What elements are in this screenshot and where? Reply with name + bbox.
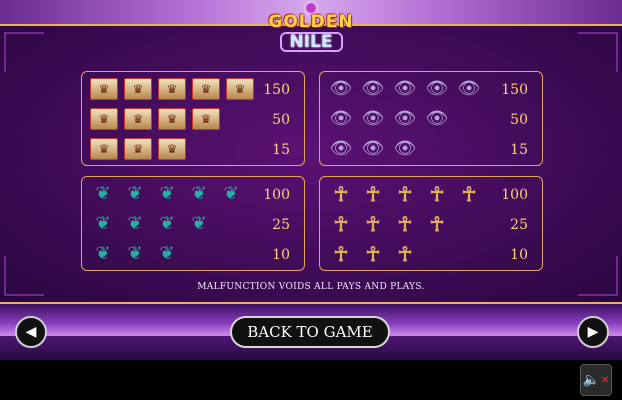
eye-of-horus-icon: 👁 xyxy=(329,138,353,159)
back-to-game-button[interactable]: BACK TO GAME xyxy=(230,316,390,348)
pay-value: 25 xyxy=(510,217,528,233)
ankh-icon: ☥ xyxy=(365,182,381,206)
pharaoh-icon: ♛ xyxy=(90,108,118,130)
pharaoh-icon: ♛ xyxy=(124,138,152,160)
eye-of-horus-icon: 👁 xyxy=(329,78,353,99)
scarab-icon: ❦ xyxy=(95,243,111,264)
scarab-icon: ❦ xyxy=(95,183,111,204)
ankh-icon: ☥ xyxy=(397,212,413,236)
pay-value: 25 xyxy=(272,217,290,233)
ankh-icon: ☥ xyxy=(429,212,445,236)
scarab-icon: ❦ xyxy=(223,183,239,204)
pharaoh-icon: ♛ xyxy=(158,108,186,130)
ankh-row-3: ☥ ☥ ☥ xyxy=(328,243,424,265)
pharaoh-row-3: ♛ ♛ ♛ xyxy=(90,138,192,160)
ankh-icon: ☥ xyxy=(429,182,445,206)
scarab-icon: ❦ xyxy=(127,243,143,264)
pharaoh-icon: ♛ xyxy=(124,108,152,130)
eye-row-3: 👁 👁 👁 xyxy=(328,138,424,160)
ankh-icon: ☥ xyxy=(461,182,477,206)
pay-value: 100 xyxy=(501,187,528,203)
pharaoh-icon: ♛ xyxy=(158,78,186,100)
scarab-row-4: ❦ ❦ ❦ ❦ xyxy=(90,213,218,235)
arrow-right-icon: ▶ xyxy=(587,324,599,340)
scarab-icon: ❦ xyxy=(191,183,207,204)
eye-of-horus-icon: 👁 xyxy=(425,108,449,129)
pharaoh-icon: ♛ xyxy=(192,78,220,100)
pay-value: 150 xyxy=(263,82,290,98)
eye-of-horus-icon: 👁 xyxy=(393,78,417,99)
sound-toggle-button[interactable]: 🔈 ✕ xyxy=(580,364,612,396)
pay-value: 150 xyxy=(501,82,528,98)
scarab-icon: ❦ xyxy=(127,213,143,234)
paytable-panel: ♛ ♛ ♛ ♛ ♛ 150 ♛ ♛ ♛ ♛ 50 ♛ ♛ ♛ 15 👁 👁 👁 … xyxy=(0,24,622,312)
scarab-icon: ❦ xyxy=(159,183,175,204)
pharaoh-row-5: ♛ ♛ ♛ ♛ ♛ xyxy=(90,78,260,100)
arrow-left-icon: ◀ xyxy=(25,324,37,340)
ankh-icon: ☥ xyxy=(333,242,349,266)
malfunction-notice: MALFUNCTION VOIDS ALL PAYS AND PLAYS. xyxy=(197,282,425,292)
eye-of-horus-icon: 👁 xyxy=(393,108,417,129)
pharaoh-icon: ♛ xyxy=(90,138,118,160)
pay-value: 15 xyxy=(510,142,528,158)
eye-of-horus-icon: 👁 xyxy=(361,138,385,159)
pay-value: 10 xyxy=(510,247,528,263)
eye-of-horus-icon: 👁 xyxy=(425,78,449,99)
game-logo: GOLDEN NILE xyxy=(266,3,356,56)
ankh-row-5: ☥ ☥ ☥ ☥ ☥ xyxy=(328,183,488,205)
pay-value: 50 xyxy=(272,112,290,128)
scarab-paytable-box: ❦ ❦ ❦ ❦ ❦ 100 ❦ ❦ ❦ ❦ 25 ❦ ❦ ❦ 10 xyxy=(81,176,305,271)
ankh-icon: ☥ xyxy=(397,242,413,266)
pharaoh-icon: ♛ xyxy=(192,108,220,130)
logo-line-2: NILE xyxy=(280,32,343,52)
scarab-icon: ❦ xyxy=(191,213,207,234)
scarab-icon: ❦ xyxy=(95,213,111,234)
pharaoh-icon: ♛ xyxy=(90,78,118,100)
eye-of-horus-icon: 👁 xyxy=(329,108,353,129)
eye-of-horus-icon: 👁 xyxy=(361,78,385,99)
pharaoh-icon: ♛ xyxy=(158,138,186,160)
scarab-icon: ❦ xyxy=(127,183,143,204)
corner-ornament xyxy=(4,32,44,72)
corner-ornament xyxy=(578,32,618,72)
next-page-button[interactable]: ▶ xyxy=(577,316,609,348)
pharaoh-row-4: ♛ ♛ ♛ ♛ xyxy=(90,108,226,130)
scarab-icon: ❦ xyxy=(159,243,175,264)
eye-row-5: 👁 👁 👁 👁 👁 xyxy=(328,78,488,100)
pay-value: 15 xyxy=(272,142,290,158)
eye-of-horus-icon: 👁 xyxy=(457,78,481,99)
pharaoh-icon: ♛ xyxy=(124,78,152,100)
scarab-icon: ❦ xyxy=(159,213,175,234)
ankh-icon: ☥ xyxy=(365,212,381,236)
pharaoh-paytable-box: ♛ ♛ ♛ ♛ ♛ 150 ♛ ♛ ♛ ♛ 50 ♛ ♛ ♛ 15 xyxy=(81,71,305,166)
previous-page-button[interactable]: ◀ xyxy=(15,316,47,348)
eye-of-horus-icon: 👁 xyxy=(361,108,385,129)
pay-value: 100 xyxy=(263,187,290,203)
logo-line-1: GOLDEN xyxy=(268,12,354,32)
speaker-muted-icon: 🔈 xyxy=(582,372,601,388)
scarab-row-5: ❦ ❦ ❦ ❦ ❦ xyxy=(90,183,250,205)
ankh-row-4: ☥ ☥ ☥ ☥ xyxy=(328,213,456,235)
ankh-icon: ☥ xyxy=(397,182,413,206)
ankh-icon: ☥ xyxy=(333,182,349,206)
eye-of-horus-icon: 👁 xyxy=(393,138,417,159)
pay-value: 10 xyxy=(272,247,290,263)
ankh-icon: ☥ xyxy=(333,212,349,236)
logo-gem-icon xyxy=(306,3,316,13)
pay-value: 50 xyxy=(510,112,528,128)
eye-paytable-box: 👁 👁 👁 👁 👁 150 👁 👁 👁 👁 50 👁 👁 👁 15 xyxy=(319,71,543,166)
ankh-paytable-box: ☥ ☥ ☥ ☥ ☥ 100 ☥ ☥ ☥ ☥ 25 ☥ ☥ ☥ 10 xyxy=(319,176,543,271)
scarab-row-3: ❦ ❦ ❦ xyxy=(90,243,186,265)
eye-row-4: 👁 👁 👁 👁 xyxy=(328,108,456,130)
ankh-icon: ☥ xyxy=(365,242,381,266)
mute-x-icon: ✕ xyxy=(601,374,610,386)
